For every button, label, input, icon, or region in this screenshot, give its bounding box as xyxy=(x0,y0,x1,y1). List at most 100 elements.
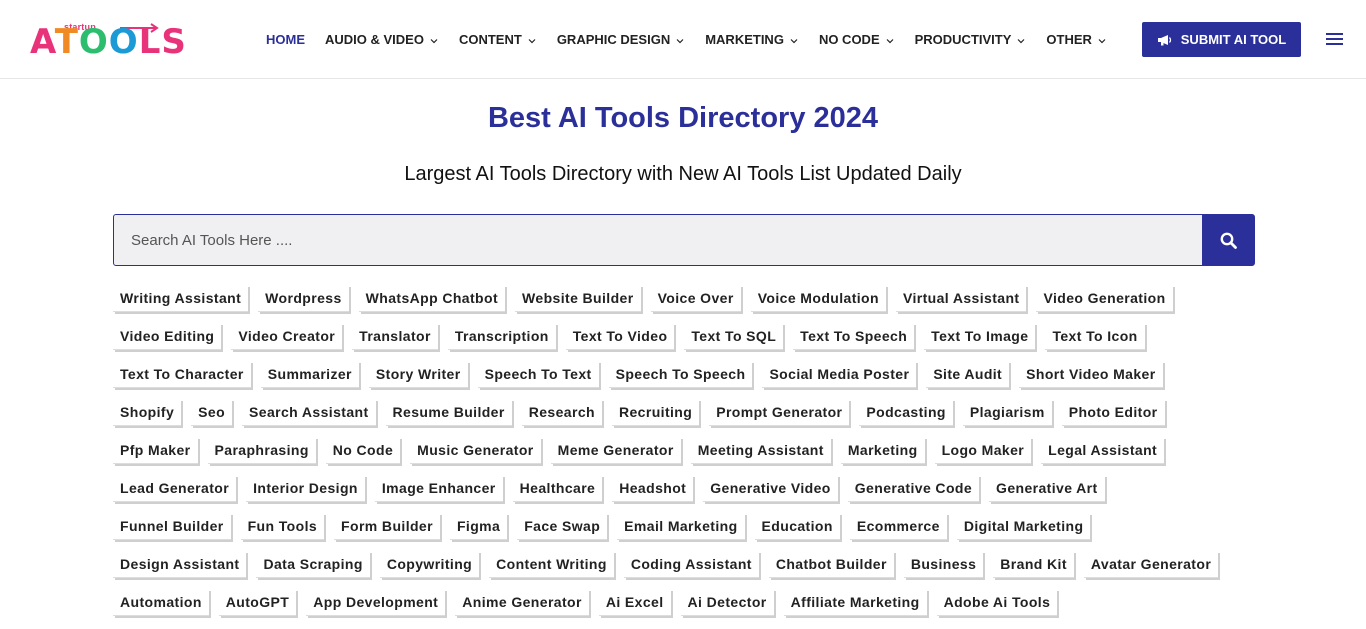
category-tag[interactable]: Plagiarism xyxy=(962,399,1052,426)
category-tag[interactable]: Website Builder xyxy=(515,285,641,312)
category-tag[interactable]: Shopify xyxy=(113,399,182,426)
category-tag[interactable]: Funnel Builder xyxy=(113,513,231,540)
category-tag[interactable]: Brand Kit xyxy=(993,551,1074,578)
category-tag[interactable]: Image Enhancer xyxy=(374,475,503,502)
category-tag[interactable]: Figma xyxy=(449,513,508,540)
category-tag[interactable]: Text To SQL xyxy=(684,323,784,350)
category-tag[interactable]: Transcription xyxy=(447,323,556,350)
category-tag[interactable]: Site Audit xyxy=(926,361,1010,388)
category-tag[interactable]: Logo Maker xyxy=(934,437,1032,464)
nav-item[interactable]: GRAPHIC DESIGN xyxy=(557,32,685,47)
category-tag[interactable]: Content Writing xyxy=(489,551,614,578)
category-tag[interactable]: Pfp Maker xyxy=(113,437,198,464)
nav-item[interactable]: CONTENT xyxy=(459,32,537,47)
category-tag[interactable]: Writing Assistant xyxy=(113,285,249,312)
category-tag[interactable]: Affiliate Marketing xyxy=(783,589,927,616)
category-tag[interactable]: Ai Detector xyxy=(680,589,774,616)
category-tag[interactable]: Story Writer xyxy=(368,361,468,388)
category-tag[interactable]: Meeting Assistant xyxy=(690,437,831,464)
tag-row: Writing Assistant Wordpress WhatsApp Chatb… xyxy=(113,285,1255,323)
category-tag[interactable]: Anime Generator xyxy=(455,589,589,616)
submit-ai-tool-label: SUBMIT AI TOOL xyxy=(1180,32,1287,47)
submit-ai-tool-button[interactable]: SUBMIT AI TOOL xyxy=(1142,22,1301,57)
category-tag[interactable]: Video Creator xyxy=(231,323,343,350)
bullhorn-icon xyxy=(1157,34,1173,46)
category-tag[interactable]: Chatbot Builder xyxy=(768,551,894,578)
category-tag[interactable]: Video Editing xyxy=(113,323,222,350)
category-tag[interactable]: Lead Generator xyxy=(113,475,237,502)
category-tag[interactable]: Social Media Poster xyxy=(762,361,917,388)
category-tag[interactable]: Ai Excel xyxy=(598,589,671,616)
category-tag[interactable]: Summarizer xyxy=(260,361,359,388)
category-tag[interactable]: Music Generator xyxy=(410,437,541,464)
category-tag[interactable]: Adobe Ai Tools xyxy=(936,589,1058,616)
category-tag[interactable]: Copywriting xyxy=(379,551,480,578)
category-tag[interactable]: Coding Assistant xyxy=(623,551,759,578)
category-tag[interactable]: Translator xyxy=(352,323,438,350)
category-tag[interactable]: Meme Generator xyxy=(550,437,681,464)
category-tag[interactable]: Headshot xyxy=(612,475,694,502)
category-tag[interactable]: Digital Marketing xyxy=(956,513,1091,540)
category-tag[interactable]: Healthcare xyxy=(512,475,603,502)
chevron-down-icon xyxy=(527,34,537,44)
nav-item[interactable]: PRODUCTIVITY xyxy=(915,32,1027,47)
category-tag[interactable]: Design Assistant xyxy=(113,551,247,578)
search-input[interactable] xyxy=(114,215,1202,265)
category-tag[interactable]: Email Marketing xyxy=(617,513,745,540)
category-tag[interactable]: Generative Code xyxy=(847,475,980,502)
category-tag[interactable]: Speech To Speech xyxy=(608,361,753,388)
hamburger-menu-icon[interactable] xyxy=(1325,32,1345,48)
category-tag[interactable]: WhatsApp Chatbot xyxy=(358,285,506,312)
category-tag[interactable]: Data Scraping xyxy=(256,551,370,578)
nav-item[interactable]: HOME xyxy=(266,32,305,47)
category-tag[interactable]: Text To Character xyxy=(113,361,251,388)
category-tag[interactable]: Fun Tools xyxy=(240,513,325,540)
tag-row: Design Assistant Data Scraping Copywriting… xyxy=(113,551,1255,589)
category-tag[interactable]: Text To Speech xyxy=(793,323,915,350)
category-tag[interactable]: Interior Design xyxy=(246,475,365,502)
category-tag[interactable]: AutoGPT xyxy=(218,589,297,616)
nav-item[interactable]: AUDIO & VIDEO xyxy=(325,32,439,47)
nav-item-label: NO CODE xyxy=(818,31,880,47)
category-tag[interactable]: Virtual Assistant xyxy=(895,285,1027,312)
category-tag[interactable]: Video Generation xyxy=(1036,285,1173,312)
main-nav: HOME AUDIO & VIDEO CONTENT GRAPHIC DESIGN MA… xyxy=(266,30,1127,48)
category-tag[interactable]: Text To Icon xyxy=(1045,323,1145,350)
category-tag[interactable]: Short Video Maker xyxy=(1019,361,1163,388)
category-tag[interactable]: Voice Modulation xyxy=(750,285,886,312)
category-tag[interactable]: App Development xyxy=(306,589,446,616)
category-tag[interactable]: Text To Video xyxy=(565,323,675,350)
category-tag[interactable]: Text To Image xyxy=(924,323,1036,350)
search-button[interactable] xyxy=(1202,215,1254,265)
category-tag[interactable]: Speech To Text xyxy=(477,361,599,388)
category-tag[interactable]: Recruiting xyxy=(611,399,700,426)
category-tag[interactable]: Podcasting xyxy=(859,399,953,426)
category-tag[interactable]: Marketing xyxy=(840,437,925,464)
category-tag[interactable]: Education xyxy=(754,513,840,540)
nav-item-label: OTHER xyxy=(1046,31,1092,47)
category-tag[interactable]: Voice Over xyxy=(650,285,741,312)
category-tag[interactable]: Resume Builder xyxy=(385,399,512,426)
category-tag[interactable]: Automation xyxy=(113,589,209,616)
category-tag[interactable]: Generative Video xyxy=(703,475,838,502)
category-tag[interactable]: Form Builder xyxy=(334,513,440,540)
category-tag[interactable]: Ecommerce xyxy=(849,513,947,540)
category-tag[interactable]: Legal Assistant xyxy=(1041,437,1165,464)
category-tag[interactable]: Research xyxy=(521,399,602,426)
category-tag[interactable]: Business xyxy=(903,551,984,578)
category-tag[interactable]: Avatar Generator xyxy=(1083,551,1219,578)
category-tag[interactable]: Search Assistant xyxy=(242,399,376,426)
category-tag[interactable]: Seo xyxy=(191,399,233,426)
logo-letter: O xyxy=(78,22,109,62)
nav-item[interactable]: OTHER xyxy=(1046,32,1107,47)
category-tag[interactable]: Wordpress xyxy=(258,285,349,312)
category-tag[interactable]: Photo Editor xyxy=(1061,399,1165,426)
site-logo[interactable]: startup ATOOLS xyxy=(30,20,186,59)
category-tag[interactable]: Paraphrasing xyxy=(207,437,316,464)
category-tag[interactable]: Face Swap xyxy=(517,513,608,540)
nav-item[interactable]: NO CODE xyxy=(819,32,895,47)
nav-item[interactable]: MARKETING xyxy=(705,32,799,47)
category-tag[interactable]: No Code xyxy=(325,437,401,464)
category-tag[interactable]: Prompt Generator xyxy=(709,399,850,426)
category-tag[interactable]: Generative Art xyxy=(989,475,1105,502)
